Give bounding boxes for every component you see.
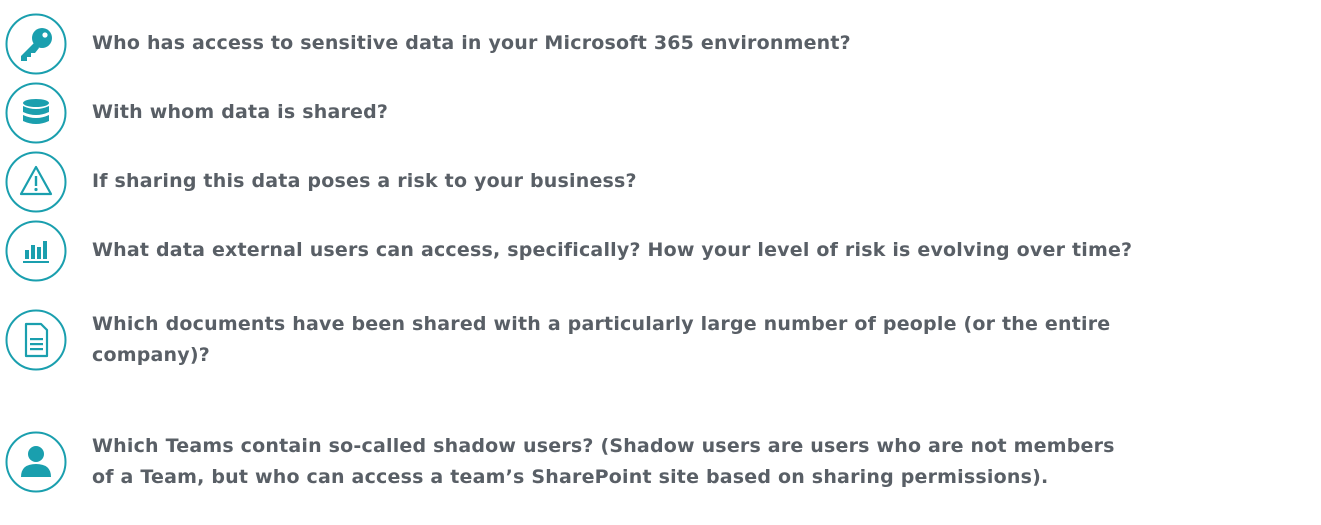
question-line: Which Teams contain so-called shadow use… (92, 435, 1115, 457)
key-icon (5, 13, 67, 75)
bar-chart-icon (5, 220, 67, 282)
question-text-5: Which documents have been shared with a … (92, 309, 1110, 371)
question-line: Which documents have been shared with a … (92, 313, 1111, 335)
question-text-6: Which Teams contain so-called shadow use… (92, 431, 1115, 493)
question-text-4: What data external users can access, spe… (92, 235, 1132, 266)
question-line: Who has access to sensitive data in your… (92, 32, 851, 54)
warning-icon (5, 151, 67, 213)
user-icon (5, 431, 67, 493)
question-text-2: With whom data is shared? (92, 97, 388, 128)
question-line: With whom data is shared? (92, 101, 389, 123)
question-text-1: Who has access to sensitive data in your… (92, 28, 851, 59)
question-line: What data external users can access, spe… (92, 239, 1133, 261)
document-icon (5, 309, 67, 371)
database-icon (5, 82, 67, 144)
question-line: of a Team, but who can access a team’s S… (92, 466, 1049, 488)
question-line: company)? (92, 344, 210, 366)
question-line: If sharing this data poses a risk to you… (92, 170, 637, 192)
question-text-3: If sharing this data poses a risk to you… (92, 166, 637, 197)
